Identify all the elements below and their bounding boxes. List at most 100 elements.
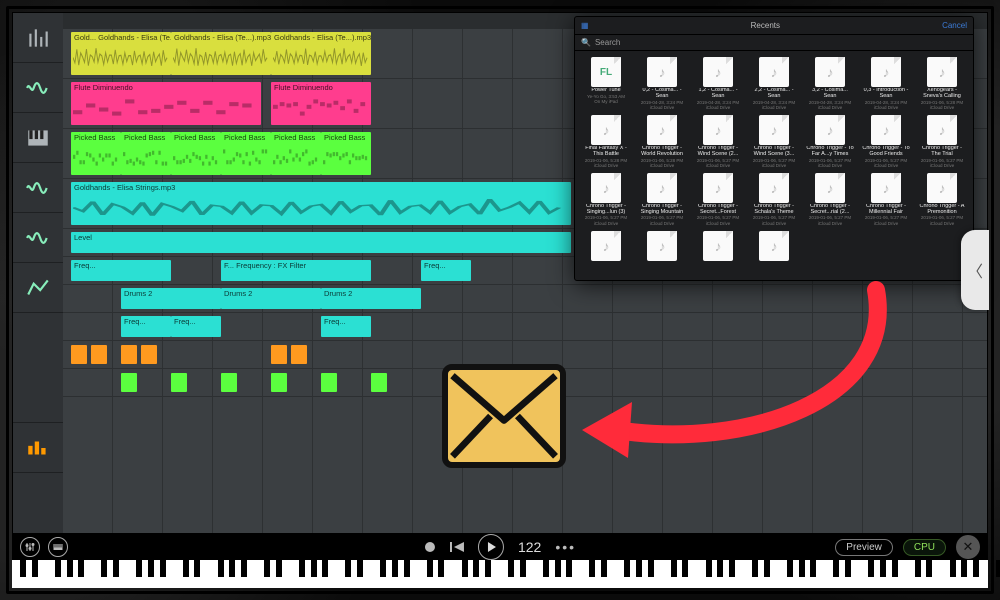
black-key[interactable] [276, 560, 282, 577]
clip[interactable]: Drums 2 [121, 288, 221, 309]
file-item[interactable]: ♪1,2 - Cosima... - Sean2019-04-28, 3:24 … [693, 57, 743, 111]
black-key[interactable] [729, 560, 735, 577]
black-key[interactable] [880, 560, 886, 577]
black-key[interactable] [485, 560, 491, 577]
step-block[interactable] [221, 373, 237, 392]
step-block[interactable] [271, 345, 287, 364]
black-key[interactable] [380, 560, 386, 577]
file-item[interactable]: ♪Xenogears - Sneva's Calling2019-01-06, … [917, 57, 967, 111]
clip[interactable]: Picked Bass [71, 132, 121, 175]
black-key[interactable] [218, 560, 224, 577]
file-item[interactable]: ♪3,2 - Cosima... Sean2019-04-28, 3:24 PM… [805, 57, 855, 111]
black-key[interactable] [973, 560, 979, 577]
file-item[interactable]: ♪0,3 - Introduction - Sean2019-04-28, 3:… [861, 57, 911, 111]
browser-grid-icon[interactable]: ▦ [581, 21, 589, 30]
black-key[interactable] [601, 560, 607, 577]
black-key[interactable] [392, 560, 398, 577]
black-key[interactable] [868, 560, 874, 577]
clip[interactable]: Freq... [321, 316, 371, 337]
black-key[interactable] [671, 560, 677, 577]
clip[interactable]: Freq... [421, 260, 471, 281]
file-item[interactable]: ♪ [693, 231, 743, 264]
black-key[interactable] [566, 560, 572, 577]
black-key[interactable] [555, 560, 561, 577]
black-key[interactable] [833, 560, 839, 577]
clip[interactable]: Level [71, 232, 571, 253]
cpu-button[interactable]: CPU [903, 539, 946, 556]
black-key[interactable] [520, 560, 526, 577]
file-item[interactable]: ♪Chrono Trigger - To Good Friends2019-01… [861, 115, 911, 169]
black-key[interactable] [752, 560, 758, 577]
clip[interactable]: Picked Bass [121, 132, 171, 175]
file-item[interactable]: ♪Chrono Trigger - Singing Mountain2019-0… [637, 173, 687, 227]
piano-button[interactable] [48, 537, 68, 557]
sidebar-eq-button[interactable] [13, 13, 63, 63]
browser-cancel-button[interactable]: Cancel [942, 21, 967, 30]
black-key[interactable] [20, 560, 26, 577]
black-key[interactable] [229, 560, 235, 577]
black-key[interactable] [78, 560, 84, 577]
black-key[interactable] [194, 560, 200, 577]
black-key[interactable] [113, 560, 119, 577]
sidebar-wave3-button[interactable] [13, 213, 63, 263]
mixer-button[interactable] [20, 537, 40, 557]
clip[interactable]: Gold... Goldhands - Elisa (Te...).mp3 [71, 32, 171, 75]
black-key[interactable] [473, 560, 479, 577]
step-block[interactable] [121, 373, 137, 392]
step-block[interactable] [291, 345, 307, 364]
black-key[interactable] [636, 560, 642, 577]
file-item[interactable]: ♪Chrono Trigger - Secret...Forest2019-01… [693, 173, 743, 227]
black-key[interactable] [961, 560, 967, 577]
sidebar-wave-button[interactable] [13, 63, 63, 113]
file-item[interactable]: FLPower TuneYe-Yo Go, 3:53 AMOn My iPad [581, 57, 631, 111]
clip[interactable]: Goldhands - Elisa (Te...).mp3 [171, 32, 271, 75]
preview-button[interactable]: Preview [835, 539, 893, 556]
black-key[interactable] [241, 560, 247, 577]
clip[interactable]: Freq... [121, 316, 171, 337]
file-item[interactable]: ♪Final Fantasy X - This Battle2019-01-06… [581, 115, 631, 169]
file-item[interactable]: ♪Chrono Trigger - Singing...lun (3)2019-… [581, 173, 631, 227]
black-key[interactable] [810, 560, 816, 577]
step-block[interactable] [271, 373, 287, 392]
black-key[interactable] [67, 560, 73, 577]
black-key[interactable] [101, 560, 107, 577]
file-item[interactable]: ♪ [581, 231, 631, 264]
black-key[interactable] [624, 560, 630, 577]
black-key[interactable] [322, 560, 328, 577]
clip[interactable]: Picked Bass [221, 132, 271, 175]
black-key[interactable] [427, 560, 433, 577]
file-item[interactable]: ♪Chrono Trigger - Schala's Theme2019-01-… [749, 173, 799, 227]
clip[interactable]: Picked Bass [321, 132, 371, 175]
black-key[interactable] [926, 560, 932, 577]
file-item[interactable]: ♪Chrono Trigger - World Revolution2019-0… [637, 115, 687, 169]
side-panel-handle[interactable]: 〈 [961, 230, 989, 310]
file-item[interactable]: ♪0,2 - Cosima... - Sean2019-04-28, 3:24 … [637, 57, 687, 111]
black-key[interactable] [589, 560, 595, 577]
step-block[interactable] [171, 373, 187, 392]
track-row[interactable]: Freq...Freq...Freq... [63, 313, 987, 341]
black-key[interactable] [764, 560, 770, 577]
black-key[interactable] [648, 560, 654, 577]
black-key[interactable] [404, 560, 410, 577]
black-key[interactable] [892, 560, 898, 577]
black-key[interactable] [160, 560, 166, 577]
step-block[interactable] [371, 373, 387, 392]
black-key[interactable] [706, 560, 712, 577]
rewind-button[interactable]: REW [450, 541, 464, 553]
black-key[interactable] [915, 560, 921, 577]
file-item[interactable]: ♪Chrono Trigger - Millennial Fair2019-01… [861, 173, 911, 227]
black-key[interactable] [136, 560, 142, 577]
piano-keyboard[interactable] [12, 560, 988, 588]
file-item[interactable]: ♪2,2 - Cosima... - Sean2019-04-28, 3:24 … [749, 57, 799, 111]
file-item[interactable]: ♪Chrono Trigger - A Premonition2019-01-0… [917, 173, 967, 227]
ctrl-button[interactable]: ••• CTRL [555, 539, 576, 555]
black-key[interactable] [845, 560, 851, 577]
sidebar-wave2-button[interactable] [13, 163, 63, 213]
record-button[interactable]: REC [424, 541, 436, 553]
black-key[interactable] [950, 560, 956, 577]
step-block[interactable] [121, 345, 137, 364]
black-key[interactable] [264, 560, 270, 577]
black-key[interactable] [799, 560, 805, 577]
step-block[interactable] [141, 345, 157, 364]
black-key[interactable] [462, 560, 468, 577]
